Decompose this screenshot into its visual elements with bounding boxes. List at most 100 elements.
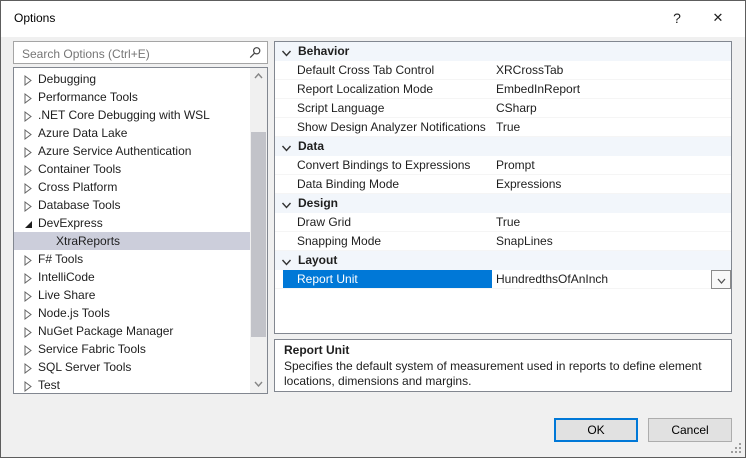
close-button[interactable]: ✕ — [703, 5, 733, 31]
options-dialog: Options ? ✕ Debugging Performance Tools — [0, 0, 746, 458]
scroll-up-icon[interactable] — [250, 68, 267, 85]
dropdown-button[interactable] — [711, 270, 731, 289]
property-row-draw-grid[interactable]: Draw Grid True — [275, 213, 731, 232]
tree-item-nuget-package-manager[interactable]: NuGet Package Manager — [14, 322, 250, 340]
help-button[interactable]: ? — [662, 5, 692, 31]
tree-item-container-tools[interactable]: Container Tools — [14, 160, 250, 178]
expand-expanded-icon[interactable] — [23, 217, 34, 228]
tree-item-label: Debugging — [38, 72, 97, 86]
chevron-down-icon[interactable] — [281, 46, 292, 57]
tree-item-net-core-debugging-with-wsl[interactable]: .NET Core Debugging with WSL — [14, 106, 250, 124]
chevron-down-icon[interactable] — [281, 255, 292, 266]
tree-item-label: DevExpress — [38, 216, 103, 230]
property-value[interactable]: Prompt — [492, 156, 731, 174]
property-name: Convert Bindings to Expressions — [297, 158, 471, 172]
description-panel: Report Unit Specifies the default system… — [274, 339, 732, 392]
property-row-show-design-analyzer-notifications[interactable]: Show Design Analyzer Notifications True — [275, 118, 731, 137]
tree-item-test[interactable]: Test — [14, 376, 250, 393]
expand-collapsed-icon[interactable] — [23, 379, 34, 392]
property-row-data-binding-mode[interactable]: Data Binding Mode Expressions — [275, 175, 731, 194]
property-name: Data Binding Mode — [297, 177, 400, 191]
property-name: Snapping Mode — [297, 234, 382, 248]
property-name: Report Unit — [283, 270, 492, 288]
tree-item-azure-service-authentication[interactable]: Azure Service Authentication — [14, 142, 250, 160]
tree-item-label: Cross Platform — [38, 180, 118, 194]
property-value[interactable]: SnapLines — [492, 232, 731, 250]
search-input[interactable] — [20, 46, 244, 62]
expand-collapsed-icon[interactable] — [23, 289, 34, 302]
property-row-report-unit[interactable]: Report Unit HundredthsOfAnInch — [275, 270, 731, 289]
property-row-script-language[interactable]: Script Language CSharp — [275, 99, 731, 118]
expand-collapsed-icon[interactable] — [23, 343, 34, 356]
row-indent — [275, 175, 283, 193]
expand-collapsed-icon[interactable] — [23, 145, 34, 158]
tree-item-sql-server-tools[interactable]: SQL Server Tools — [14, 358, 250, 376]
tree-item-database-tools[interactable]: Database Tools — [14, 196, 250, 214]
row-indent — [275, 213, 283, 231]
search-box[interactable] — [13, 41, 268, 64]
expand-collapsed-icon[interactable] — [23, 325, 34, 338]
cancel-button[interactable]: Cancel — [648, 418, 732, 442]
expand-collapsed-icon[interactable] — [23, 253, 34, 266]
search-icon[interactable] — [248, 46, 262, 60]
tree-item-nodejs-tools[interactable]: Node.js Tools — [14, 304, 250, 322]
chevron-down-icon[interactable] — [281, 198, 292, 209]
property-row-convert-bindings-to-expressions[interactable]: Convert Bindings to Expressions Prompt — [275, 156, 731, 175]
expand-collapsed-icon[interactable] — [23, 91, 34, 104]
tree-item-service-fabric-tools[interactable]: Service Fabric Tools — [14, 340, 250, 358]
property-row-snapping-mode[interactable]: Snapping Mode SnapLines — [275, 232, 731, 251]
expand-collapsed-icon[interactable] — [23, 199, 34, 212]
row-indent — [275, 270, 283, 288]
tree-item-xtrareports[interactable]: XtraReports — [14, 232, 250, 250]
property-grid: Behavior Default Cross Tab Control XRCro… — [274, 41, 732, 334]
expand-collapsed-icon[interactable] — [23, 73, 34, 86]
resize-grip[interactable] — [730, 442, 742, 454]
expand-collapsed-icon[interactable] — [23, 163, 34, 176]
category-row-design[interactable]: Design — [275, 194, 731, 213]
expand-collapsed-icon[interactable] — [23, 127, 34, 140]
property-value[interactable]: True — [492, 118, 731, 136]
tree-item-fsharp-tools[interactable]: F# Tools — [14, 250, 250, 268]
tree-item-label: Container Tools — [38, 162, 122, 176]
expand-collapsed-icon[interactable] — [23, 109, 34, 122]
property-value[interactable]: EmbedInReport — [492, 80, 731, 98]
description-title: Report Unit — [284, 343, 350, 357]
expand-collapsed-icon[interactable] — [23, 181, 34, 194]
property-row-default-cross-tab-control[interactable]: Default Cross Tab Control XRCrossTab — [275, 61, 731, 80]
scroll-down-icon[interactable] — [250, 376, 267, 393]
tree-item-label: SQL Server Tools — [38, 360, 132, 374]
category-row-data[interactable]: Data — [275, 137, 731, 156]
ok-button[interactable]: OK — [554, 418, 638, 442]
property-name: Script Language — [297, 101, 385, 115]
tree-item-performance-tools[interactable]: Performance Tools — [14, 88, 250, 106]
category-label: Layout — [298, 253, 338, 267]
property-value[interactable]: CSharp — [492, 99, 731, 117]
expand-collapsed-icon[interactable] — [23, 271, 34, 284]
row-indent — [275, 232, 283, 250]
property-value[interactable]: True — [492, 213, 731, 231]
description-text: Specifies the default system of measurem… — [284, 359, 702, 388]
tree-item-live-share[interactable]: Live Share — [14, 286, 250, 304]
property-row-report-localization-mode[interactable]: Report Localization Mode EmbedInReport — [275, 80, 731, 99]
tree-item-intellicode[interactable]: IntelliCode — [14, 268, 250, 286]
expand-collapsed-icon[interactable] — [23, 361, 34, 374]
tree-item-label: F# Tools — [38, 252, 84, 266]
tree-item-label: IntelliCode — [38, 270, 95, 284]
tree-item-cross-platform[interactable]: Cross Platform — [14, 178, 250, 196]
category-row-behavior[interactable]: Behavior — [275, 42, 731, 61]
tree-item-devexpress[interactable]: DevExpress — [14, 214, 250, 232]
tree-item-label: Database Tools — [38, 198, 121, 212]
options-tree: Debugging Performance Tools .NET Core De… — [13, 67, 268, 394]
property-value[interactable]: Expressions — [492, 175, 731, 193]
property-name: Default Cross Tab Control — [297, 63, 435, 77]
tree-scrollbar[interactable] — [250, 68, 267, 393]
tree-item-azure-data-lake[interactable]: Azure Data Lake — [14, 124, 250, 142]
property-value[interactable]: HundredthsOfAnInch — [492, 270, 731, 288]
chevron-down-icon[interactable] — [281, 141, 292, 152]
property-value[interactable]: XRCrossTab — [492, 61, 731, 79]
tree-item-debugging[interactable]: Debugging — [14, 70, 250, 88]
scrollbar-thumb[interactable] — [251, 132, 266, 337]
category-row-layout[interactable]: Layout — [275, 251, 731, 270]
row-indent — [275, 118, 283, 136]
expand-collapsed-icon[interactable] — [23, 307, 34, 320]
